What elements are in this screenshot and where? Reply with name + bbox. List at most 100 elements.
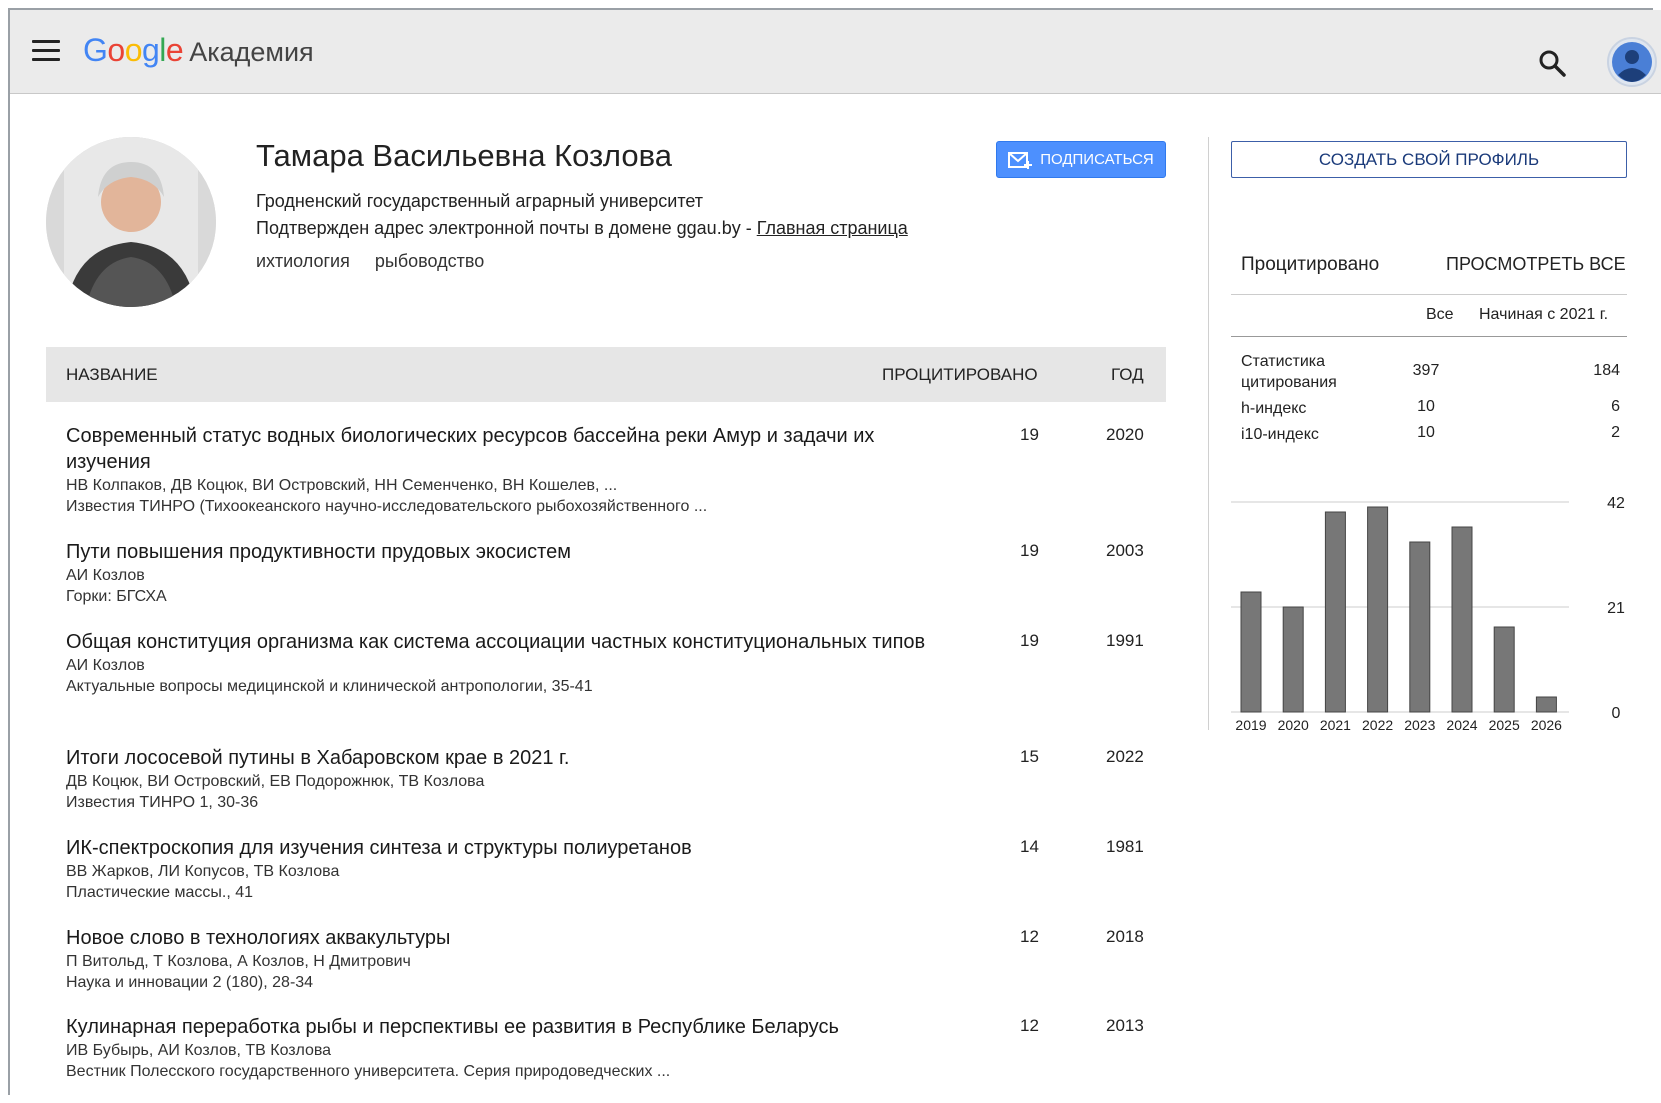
account-avatar-icon[interactable] (1607, 37, 1657, 87)
logo-letter: e (165, 32, 184, 68)
profile-photo (46, 137, 216, 307)
top-app-bar: Google Академия (10, 10, 1661, 94)
article-title[interactable]: Пути повышения продуктивности прудовых э… (66, 539, 946, 565)
logo-letter: o (107, 32, 125, 68)
google-scholar-logo[interactable]: Google Академия (83, 32, 314, 69)
article-title[interactable]: Итоги лососевой путины в Хабаровском кра… (66, 745, 946, 771)
column-divider (1208, 137, 1209, 730)
chart-x-tick-label: 2024 (1446, 717, 1477, 733)
article-authors: ДВ Коцюк, ВИ Островский, ЕВ Подорожнюк, … (66, 773, 485, 790)
stat-label: h-индекс (1241, 400, 1307, 417)
article-year: 2003 (1106, 541, 1144, 560)
article-row: ИК-спектроскопия для изучения синтеза и … (66, 835, 1156, 903)
article-venue: Известия ТИНРО (Тихоокеанского научно-ис… (66, 498, 708, 515)
profile-interests: ихтиология рыбоводство (256, 251, 504, 272)
article-row: Современный статус водных биологических … (66, 423, 1156, 517)
article-authors: ИВ Бубырь, АИ Козлов, ТВ Козлова (66, 1042, 332, 1059)
follow-label: ПОДПИСАТЬСЯ (1040, 151, 1154, 168)
homepage-link[interactable]: Главная страница (757, 218, 908, 238)
chart-bar-2022[interactable] (1367, 506, 1389, 713)
article-venue: Наука и инновации 2 (180), 28-34 (66, 974, 314, 991)
chart-bar-2025[interactable] (1493, 626, 1515, 713)
chart-y-tick-label: 21 (1607, 600, 1625, 617)
article-cited-count[interactable]: 19 (1020, 541, 1039, 561)
chart-x-tick-label: 2023 (1404, 717, 1435, 733)
article-row: Общая конституция организма как система … (66, 629, 1156, 697)
article-title[interactable]: Кулинарная переработка рыбы и перспектив… (66, 1014, 946, 1040)
article-venue: Пластические массы., 41 (66, 884, 254, 901)
stat-all-value: 10 (1417, 398, 1435, 415)
email-verified-text: Подтвержден адрес электронной почты в до… (256, 218, 757, 238)
divider (1231, 336, 1627, 337)
chart-bar-2024[interactable] (1451, 526, 1473, 713)
article-year: 2022 (1106, 747, 1144, 766)
chart-bar-2023[interactable] (1409, 541, 1431, 713)
view-all-button[interactable]: ПРОСМОТРЕТЬ ВСЕ (1446, 254, 1626, 275)
logo-letter: G (83, 32, 108, 68)
article-title[interactable]: Общая конституция организма как система … (66, 629, 946, 655)
interest-link[interactable]: рыбоводство (375, 251, 484, 271)
article-title[interactable]: Новое слово в технологиях аквакультуры (66, 925, 946, 951)
article-cited-count[interactable]: 12 (1020, 927, 1039, 947)
stat-since-value: 6 (1611, 398, 1620, 415)
menu-icon[interactable] (32, 40, 60, 62)
academy-label: Академия (189, 37, 314, 67)
article-year: 2020 (1106, 425, 1144, 444)
stat-since-value: 2 (1611, 424, 1620, 441)
article-row: Итоги лососевой путины в Хабаровском кра… (66, 745, 1156, 813)
article-row: Пути повышения продуктивности прудовых э… (66, 539, 1156, 607)
article-venue: Горки: БГСХА (66, 588, 167, 605)
sort-by-cited[interactable]: ПРОЦИТИРОВАНО (882, 365, 1038, 385)
profile-name: Тамара Васильевна Козлова (256, 138, 672, 173)
stat-all-value: 397 (1412, 362, 1440, 379)
article-cited-count[interactable]: 19 (1020, 425, 1039, 445)
chart-x-tick-label: 2021 (1320, 717, 1351, 733)
chart-y-tick-label: 42 (1607, 495, 1625, 512)
sort-by-title[interactable]: НАЗВАНИЕ (66, 365, 158, 385)
article-title[interactable]: Современный статус водных биологических … (66, 423, 946, 475)
chart-bar-2021[interactable] (1324, 511, 1346, 713)
article-row: Кулинарная переработка рыбы и перспектив… (66, 1014, 1156, 1082)
stat-label: Статистика цитирования (1241, 353, 1337, 391)
logo-letter: l (159, 32, 166, 68)
article-venue: Актуальные вопросы медицинской и клиниче… (66, 678, 593, 695)
stats-col-all: Все (1426, 306, 1454, 323)
divider (1231, 294, 1627, 295)
search-icon[interactable] (1537, 48, 1567, 78)
article-venue: Вестник Полесского государственного унив… (66, 1063, 671, 1080)
chart-y-tick-label: 0 (1612, 705, 1621, 722)
stats-col-since: Начиная с 2021 г. (1479, 306, 1609, 323)
article-authors: НВ Колпаков, ДВ Коцюк, ВИ Островский, НН… (66, 477, 618, 494)
article-cited-count[interactable]: 15 (1020, 747, 1039, 767)
interest-link[interactable]: ихтиология (256, 251, 350, 271)
article-authors: АИ Козлов (66, 567, 145, 584)
article-title[interactable]: ИК-спектроскопия для изучения синтеза и … (66, 835, 946, 861)
chart-x-tick-label: 2019 (1235, 717, 1266, 733)
article-row: Новое слово в технологиях аквакультуры П… (66, 925, 1156, 993)
chart-bar-2026[interactable] (1535, 696, 1557, 713)
article-authors: ВВ Жарков, ЛИ Копусов, ТВ Козлова (66, 863, 340, 880)
stat-all-value: 10 (1417, 424, 1435, 441)
articles-table-header: НАЗВАНИЕ ПРОЦИТИРОВАНО ГОД (46, 347, 1166, 402)
follow-button[interactable]: ПОДПИСАТЬСЯ (996, 141, 1166, 178)
chart-x-tick-label: 2025 (1489, 717, 1520, 733)
article-cited-count[interactable]: 14 (1020, 837, 1039, 857)
article-cited-count[interactable]: 12 (1020, 1016, 1039, 1036)
chart-bar-2020[interactable] (1282, 606, 1304, 713)
chart-bar-2019[interactable] (1240, 591, 1262, 713)
mail-plus-icon (1008, 151, 1033, 169)
chart-x-tick-label: 2020 (1278, 717, 1309, 733)
sort-by-year[interactable]: ГОД (1111, 365, 1144, 385)
stat-label: i10-индекс (1241, 426, 1319, 443)
create-profile-button[interactable]: СОЗДАТЬ СВОЙ ПРОФИЛЬ (1231, 141, 1627, 178)
article-year: 1991 (1106, 631, 1144, 650)
article-cited-count[interactable]: 19 (1020, 631, 1039, 651)
citations-bar-chart: 42 21 0 2019 2020 2021 2022 2023 2024 2025 2026 (1231, 495, 1625, 733)
cited-by-title: Процитировано (1241, 254, 1380, 275)
logo-letter: o (124, 32, 143, 68)
article-venue: Известия ТИНРО 1, 30-36 (66, 794, 259, 811)
profile-affiliation: Гродненский государственный аграрный уни… (256, 191, 704, 211)
article-year: 2013 (1106, 1016, 1144, 1035)
article-authors: АИ Козлов (66, 657, 145, 674)
article-authors: П Витольд, Т Козлова, А Козлов, Н Дмитро… (66, 953, 411, 970)
